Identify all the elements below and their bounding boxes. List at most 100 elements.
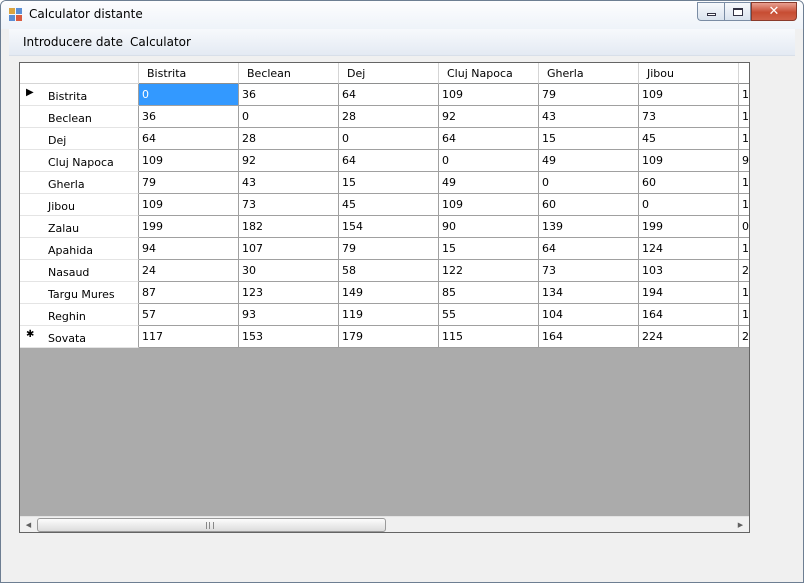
grid-cell[interactable]: 92 [239,150,339,172]
grid-cell[interactable]: 2 [739,260,749,282]
row-header[interactable]: Targu Mures [20,282,139,304]
row-header[interactable]: Dej [20,128,139,150]
grid-cell[interactable]: 60 [639,172,739,194]
grid-cell[interactable]: 15 [439,238,539,260]
grid-cell[interactable]: 92 [439,106,539,128]
row-header[interactable]: Nasaud [20,260,139,282]
grid-cell[interactable]: 43 [539,106,639,128]
grid-cell[interactable]: 79 [339,238,439,260]
grid-cell[interactable]: 124 [639,238,739,260]
row-header[interactable]: Apahida [20,238,139,260]
row-header[interactable]: Zalau [20,216,139,238]
grid-cell[interactable]: 103 [639,260,739,282]
scroll-left-icon[interactable]: ◀ [20,517,37,532]
grid-cell[interactable]: 153 [239,326,339,348]
row-header[interactable]: ▶ Bistrita [20,84,139,106]
table-row[interactable]: ▶ Bistrita 0 36 64 109 79 109 1 [20,84,749,106]
grid-cell[interactable]: 15 [339,172,439,194]
column-header[interactable]: Beclean [239,63,339,84]
grid-cell[interactable]: 64 [439,128,539,150]
grid-cell[interactable]: 85 [439,282,539,304]
grid-cell[interactable]: 109 [639,150,739,172]
grid-cell[interactable]: 194 [639,282,739,304]
grid-cell[interactable]: 149 [339,282,439,304]
grid-cell[interactable]: 43 [239,172,339,194]
grid-cell[interactable]: 179 [339,326,439,348]
grid-cell[interactable]: 60 [539,194,639,216]
close-button[interactable]: ✕ [751,2,797,21]
grid-cell[interactable]: 1 [739,304,749,326]
grid-cell[interactable]: 93 [239,304,339,326]
grid-cell[interactable]: 1 [739,282,749,304]
table-row[interactable]: Gherla 79 43 15 49 0 60 1 [20,172,749,194]
grid-cell[interactable]: 24 [139,260,239,282]
grid-corner[interactable] [20,63,139,84]
column-header[interactable] [739,63,749,84]
grid-cell[interactable]: 64 [539,238,639,260]
app-icon[interactable] [9,8,23,22]
grid-cell[interactable]: 30 [239,260,339,282]
grid-cell[interactable]: 109 [139,150,239,172]
grid-cell[interactable]: 87 [139,282,239,304]
grid-cell[interactable]: 57 [139,304,239,326]
grid-cell[interactable]: 0 [539,172,639,194]
grid-cell[interactable]: 36 [239,84,339,106]
grid-cell[interactable]: 64 [339,84,439,106]
grid-cell[interactable]: 0 [139,84,239,106]
grid-cell[interactable]: 15 [539,128,639,150]
grid-cell[interactable]: 123 [239,282,339,304]
column-header[interactable]: Dej [339,63,439,84]
table-row[interactable]: Cluj Napoca 109 92 64 0 49 109 9 [20,150,749,172]
grid-cell[interactable]: 49 [539,150,639,172]
grid-cell[interactable]: 2 [739,326,749,348]
grid-cell[interactable]: 107 [239,238,339,260]
table-row[interactable]: Beclean 36 0 28 92 43 73 1 [20,106,749,128]
grid-cell[interactable]: 58 [339,260,439,282]
grid-cell[interactable]: 0 [239,106,339,128]
grid-cell[interactable]: 182 [239,216,339,238]
grid-cell[interactable]: 224 [639,326,739,348]
grid-cell[interactable]: 28 [239,128,339,150]
grid-cell[interactable]: 109 [439,194,539,216]
grid-cell[interactable]: 0 [739,216,749,238]
grid-cell[interactable]: 0 [339,128,439,150]
table-row[interactable]: Jibou 109 73 45 109 60 0 1 [20,194,749,216]
grid-cell[interactable]: 122 [439,260,539,282]
grid-cell[interactable]: 45 [639,128,739,150]
menu-calculator[interactable]: Calculator [124,35,197,49]
row-header[interactable]: Cluj Napoca [20,150,139,172]
column-header[interactable]: Gherla [539,63,639,84]
maximize-button[interactable] [724,2,751,21]
grid-cell[interactable]: 9 [739,150,749,172]
grid-cell[interactable]: 79 [539,84,639,106]
scrollbar-thumb[interactable] [37,518,386,532]
row-header[interactable]: Reghin [20,304,139,326]
grid-cell[interactable]: 109 [639,84,739,106]
grid-cell[interactable]: 1 [739,194,749,216]
grid-cell[interactable]: 1 [739,172,749,194]
grid-cell[interactable]: 164 [639,304,739,326]
column-header[interactable]: Jibou [639,63,739,84]
grid-cell[interactable]: 119 [339,304,439,326]
row-header[interactable]: Beclean [20,106,139,128]
grid-cell[interactable]: 104 [539,304,639,326]
grid-cell[interactable]: 73 [539,260,639,282]
column-header[interactable]: Cluj Napoca [439,63,539,84]
grid-cell[interactable]: 1 [739,84,749,106]
grid-cell[interactable]: 164 [539,326,639,348]
grid-cell[interactable]: 115 [439,326,539,348]
grid-cell[interactable]: 1 [739,238,749,260]
grid-cell[interactable]: 28 [339,106,439,128]
grid-cell[interactable]: 55 [439,304,539,326]
row-header[interactable]: Jibou [20,194,139,216]
grid-cell[interactable]: 117 [139,326,239,348]
column-header[interactable]: Bistrita [139,63,239,84]
table-row[interactable]: Apahida 94 107 79 15 64 124 1 [20,238,749,260]
grid-cell[interactable]: 64 [339,150,439,172]
grid-cell[interactable]: 0 [639,194,739,216]
row-header[interactable]: ✱ Sovata [20,326,139,348]
row-header[interactable]: Gherla [20,172,139,194]
distance-grid[interactable]: Bistrita Beclean Dej Cluj Napoca Gherla Jibou… [19,62,750,533]
grid-cell[interactable]: 73 [639,106,739,128]
grid-cell[interactable]: 49 [439,172,539,194]
